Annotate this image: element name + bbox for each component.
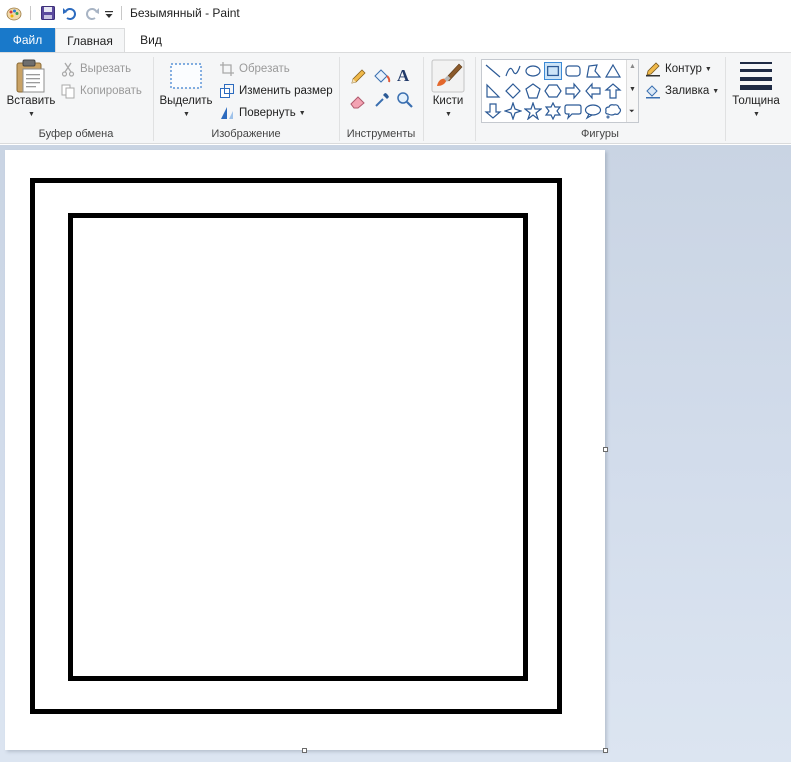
group-separator	[423, 57, 424, 141]
left-arrow-shape-icon[interactable]	[584, 82, 602, 100]
group-separator	[725, 57, 726, 141]
shapes-group-label: Фигуры	[581, 128, 619, 140]
resize-button[interactable]: Изменить размер	[219, 83, 333, 99]
outline-dropdown-caret[interactable]: ▼	[705, 66, 712, 73]
six-point-star-shape-icon[interactable]	[544, 102, 562, 120]
select-button[interactable]: Выделить	[156, 95, 216, 107]
canvas-resize-handle-corner[interactable]	[603, 748, 608, 753]
drawing-canvas[interactable]	[5, 150, 605, 750]
ribbon: Вставить ▼ Вырезать Копировать Буфер обм…	[0, 52, 791, 144]
qat-separator	[30, 6, 31, 20]
ribbon-tabs: Файл Главная Вид	[0, 28, 791, 53]
cut-label: Вырезать	[80, 63, 132, 75]
gallery-scroll-down-icon[interactable]: ▼	[629, 86, 636, 93]
customize-dropdown-icon[interactable]	[104, 6, 114, 22]
fill-label: Заливка	[665, 85, 710, 97]
select-dropdown-caret[interactable]: ▼	[183, 111, 190, 118]
paint-app-icon[interactable]	[6, 5, 22, 21]
shapes-gallery-scrollbar[interactable]: ▲ ▼ ⏷	[626, 60, 638, 122]
fill-bucket-icon[interactable]	[372, 67, 392, 85]
fill-dropdown-caret[interactable]: ▼	[712, 88, 719, 95]
rounded-callout-shape-icon[interactable]	[564, 102, 582, 120]
qat-separator	[121, 6, 122, 20]
paste-button[interactable]: Вставить	[4, 95, 58, 107]
up-arrow-shape-icon[interactable]	[604, 82, 622, 100]
crop-button[interactable]: Обрезать	[219, 61, 290, 77]
pencil-icon[interactable]	[349, 68, 367, 86]
window-title: Безымянный - Paint	[130, 6, 240, 20]
triangle-shape-icon[interactable]	[604, 62, 622, 80]
text-tool-icon[interactable]: A	[397, 66, 413, 86]
fill-button[interactable]: Заливка ▼	[645, 83, 719, 99]
copy-icon	[61, 84, 75, 99]
outline-button[interactable]: Контур ▼	[645, 61, 712, 77]
gallery-scroll-up-icon[interactable]: ▲	[629, 63, 636, 70]
brushes-button[interactable]: Кисти	[425, 95, 471, 107]
rounded-rectangle-shape-icon[interactable]	[564, 62, 582, 80]
workspace	[0, 145, 791, 762]
scissors-icon	[61, 62, 75, 77]
curve-shape-icon[interactable]	[504, 62, 522, 80]
undo-icon[interactable]	[62, 5, 78, 21]
fill-bucket-small-icon	[646, 85, 660, 99]
image-group-label: Изображение	[211, 128, 281, 140]
brushes-dropdown-caret[interactable]: ▼	[445, 111, 452, 118]
polygon-shape-icon[interactable]	[584, 62, 602, 80]
right-arrow-shape-icon[interactable]	[564, 82, 582, 100]
rotate-dropdown-caret[interactable]: ▼	[299, 110, 306, 117]
cut-button[interactable]: Вырезать	[60, 61, 131, 77]
rotate-icon	[221, 107, 233, 119]
line-shape-icon[interactable]	[484, 62, 502, 80]
tab-home[interactable]: Главная	[55, 28, 125, 53]
pentagon-shape-icon[interactable]	[524, 82, 542, 100]
magnifier-icon[interactable]	[396, 91, 414, 109]
diamond-shape-icon[interactable]	[504, 82, 522, 100]
clipboard-group-label: Буфер обмена	[38, 128, 114, 140]
thickness-dropdown-caret[interactable]: ▼	[753, 111, 760, 118]
tab-file[interactable]: Файл	[0, 28, 55, 52]
copy-label: Копировать	[80, 85, 142, 97]
paste-dropdown-caret[interactable]: ▼	[28, 111, 35, 118]
gallery-expand-icon[interactable]: ⏷	[629, 108, 635, 116]
crop-label: Обрезать	[239, 63, 290, 75]
rectangle-shape-icon[interactable]	[544, 62, 562, 80]
resize-icon	[220, 84, 234, 98]
copy-button[interactable]: Копировать	[60, 83, 142, 99]
inner-rectangle	[68, 213, 528, 681]
cloud-callout-shape-icon[interactable]	[604, 102, 622, 120]
canvas-resize-handle-right[interactable]	[603, 447, 608, 452]
outline-pen-icon	[646, 62, 660, 77]
hexagon-shape-icon[interactable]	[544, 82, 562, 100]
oval-callout-shape-icon[interactable]	[584, 102, 602, 120]
color-picker-icon[interactable]	[373, 91, 391, 109]
right-triangle-shape-icon[interactable]	[484, 82, 502, 100]
tab-view[interactable]: Вид	[128, 28, 174, 52]
brushes-icon[interactable]	[431, 59, 465, 93]
shapes-gallery: ▲ ▼ ⏷	[481, 59, 639, 123]
save-icon[interactable]	[40, 5, 56, 21]
five-point-star-shape-icon[interactable]	[524, 102, 542, 120]
tools-group-label: Инструменты	[346, 128, 416, 140]
crop-icon	[220, 62, 234, 76]
thickness-icon[interactable]	[739, 60, 773, 90]
four-point-star-shape-icon[interactable]	[504, 102, 522, 120]
select-icon[interactable]	[169, 62, 203, 90]
canvas-resize-handle-bottom[interactable]	[302, 748, 307, 753]
redo-icon[interactable]	[84, 5, 100, 21]
outer-rectangle	[30, 178, 562, 714]
oval-shape-icon[interactable]	[524, 62, 542, 80]
down-arrow-shape-icon[interactable]	[484, 102, 502, 120]
eraser-icon[interactable]	[349, 92, 367, 110]
paste-icon[interactable]	[14, 58, 48, 94]
thickness-button[interactable]: Толщина	[727, 95, 785, 107]
title-bar: Безымянный - Paint	[0, 0, 791, 27]
resize-label: Изменить размер	[239, 85, 333, 97]
canvas-drawing	[30, 178, 562, 714]
rotate-label: Повернуть	[239, 107, 296, 119]
outline-label: Контур	[665, 63, 702, 75]
rotate-button[interactable]: Повернуть ▼	[219, 105, 306, 121]
